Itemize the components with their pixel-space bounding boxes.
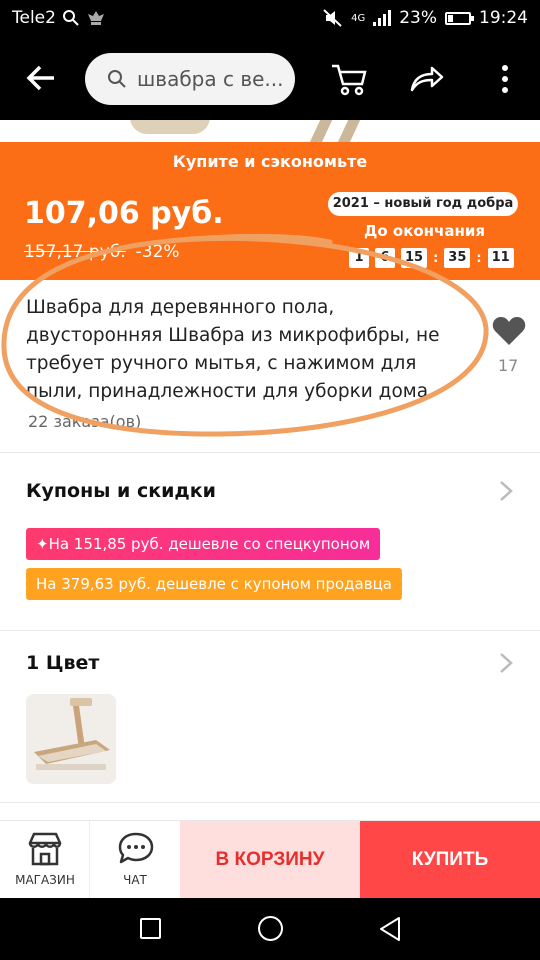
- current-price: 107,06 руб.: [24, 196, 224, 231]
- color-option-thumbnail[interactable]: [26, 694, 116, 784]
- chat-icon: [118, 832, 154, 864]
- share-icon[interactable]: [408, 60, 446, 98]
- timer-minutes: 35: [444, 248, 471, 268]
- network-label: 4G: [351, 12, 366, 24]
- color-title[interactable]: 1 Цвет: [26, 652, 99, 674]
- timer-days: 1: [349, 248, 369, 268]
- seller-coupon-badge[interactable]: На 379,63 руб. дешевле с купоном продавц…: [24, 568, 402, 600]
- coupons-title[interactable]: Купоны и скидки: [26, 480, 216, 502]
- status-bar: Tele2 4G 23% 19:24: [0, 0, 540, 38]
- special-coupon-badge[interactable]: ✦На 151,85 руб. дешевле со спецкупоном: [26, 528, 381, 560]
- timer-seconds: 11: [487, 248, 514, 268]
- heart-icon[interactable]: [492, 316, 526, 346]
- promo-banner: Купите и сэкономьте 107,06 руб. 157,17 р…: [0, 142, 540, 280]
- system-nav-bar: [0, 898, 540, 960]
- countdown-label: До окончания: [364, 222, 485, 240]
- chevron-right-icon[interactable]: [498, 652, 514, 674]
- nav-back-icon[interactable]: [378, 916, 402, 942]
- divider: [0, 802, 540, 803]
- chat-button[interactable]: ЧАТ: [90, 821, 180, 899]
- battery-icon: [445, 11, 474, 25]
- add-to-cart-button[interactable]: В КОРЗИНУ: [180, 821, 360, 899]
- buy-now-button[interactable]: КУПИТЬ: [360, 821, 540, 899]
- cart-icon[interactable]: [330, 60, 368, 98]
- back-arrow-icon[interactable]: [24, 60, 60, 96]
- mop-image: [26, 694, 116, 784]
- divider: [0, 452, 540, 453]
- old-price-row: 157,17 руб. -32%: [24, 242, 180, 262]
- promo-badge: 2021 – новый год добра: [328, 192, 518, 216]
- home-icon[interactable]: [258, 916, 283, 941]
- search-input[interactable]: швабра с ве...: [85, 53, 295, 105]
- discount-percent: -32%: [135, 242, 180, 262]
- chevron-right-icon[interactable]: [498, 480, 514, 502]
- bottom-action-bar: МАГАЗИН ЧАТ В КОРЗИНУ КУПИТЬ: [0, 820, 540, 899]
- favorites-count: 17: [498, 356, 519, 375]
- store-button[interactable]: МАГАЗИН: [0, 821, 90, 899]
- old-price: 157,17 руб.: [24, 242, 126, 262]
- recent-apps-icon[interactable]: [140, 918, 161, 939]
- chat-label: ЧАТ: [123, 873, 147, 887]
- product-title: Швабра для деревянного пола, двустороння…: [26, 297, 440, 402]
- orders-count: 22 заказа(ов): [28, 412, 142, 431]
- more-menu-icon[interactable]: [486, 60, 524, 98]
- promo-title: Купите и сэкономьте: [172, 152, 368, 171]
- battery-percent: 23%: [399, 8, 437, 28]
- app-notification-icon: [87, 11, 104, 25]
- app-bar: швабра с ве...: [0, 38, 540, 120]
- signal-icon: [373, 10, 392, 26]
- timer-hours-1: 6: [375, 248, 395, 268]
- search-query: швабра с ве...: [137, 67, 284, 91]
- clock: 19:24: [479, 8, 528, 28]
- carrier-label: Tele2: [12, 8, 56, 28]
- countdown-timer: 1 6 15 : 35 : 11: [349, 248, 514, 268]
- mute-icon: [323, 9, 342, 27]
- store-label: МАГАЗИН: [15, 873, 75, 887]
- store-icon: [28, 832, 62, 866]
- divider: [0, 630, 540, 631]
- timer-hours: 15: [401, 248, 428, 268]
- product-image-strip: [0, 120, 540, 142]
- search-status-icon: [62, 10, 79, 26]
- search-icon: [108, 70, 126, 88]
